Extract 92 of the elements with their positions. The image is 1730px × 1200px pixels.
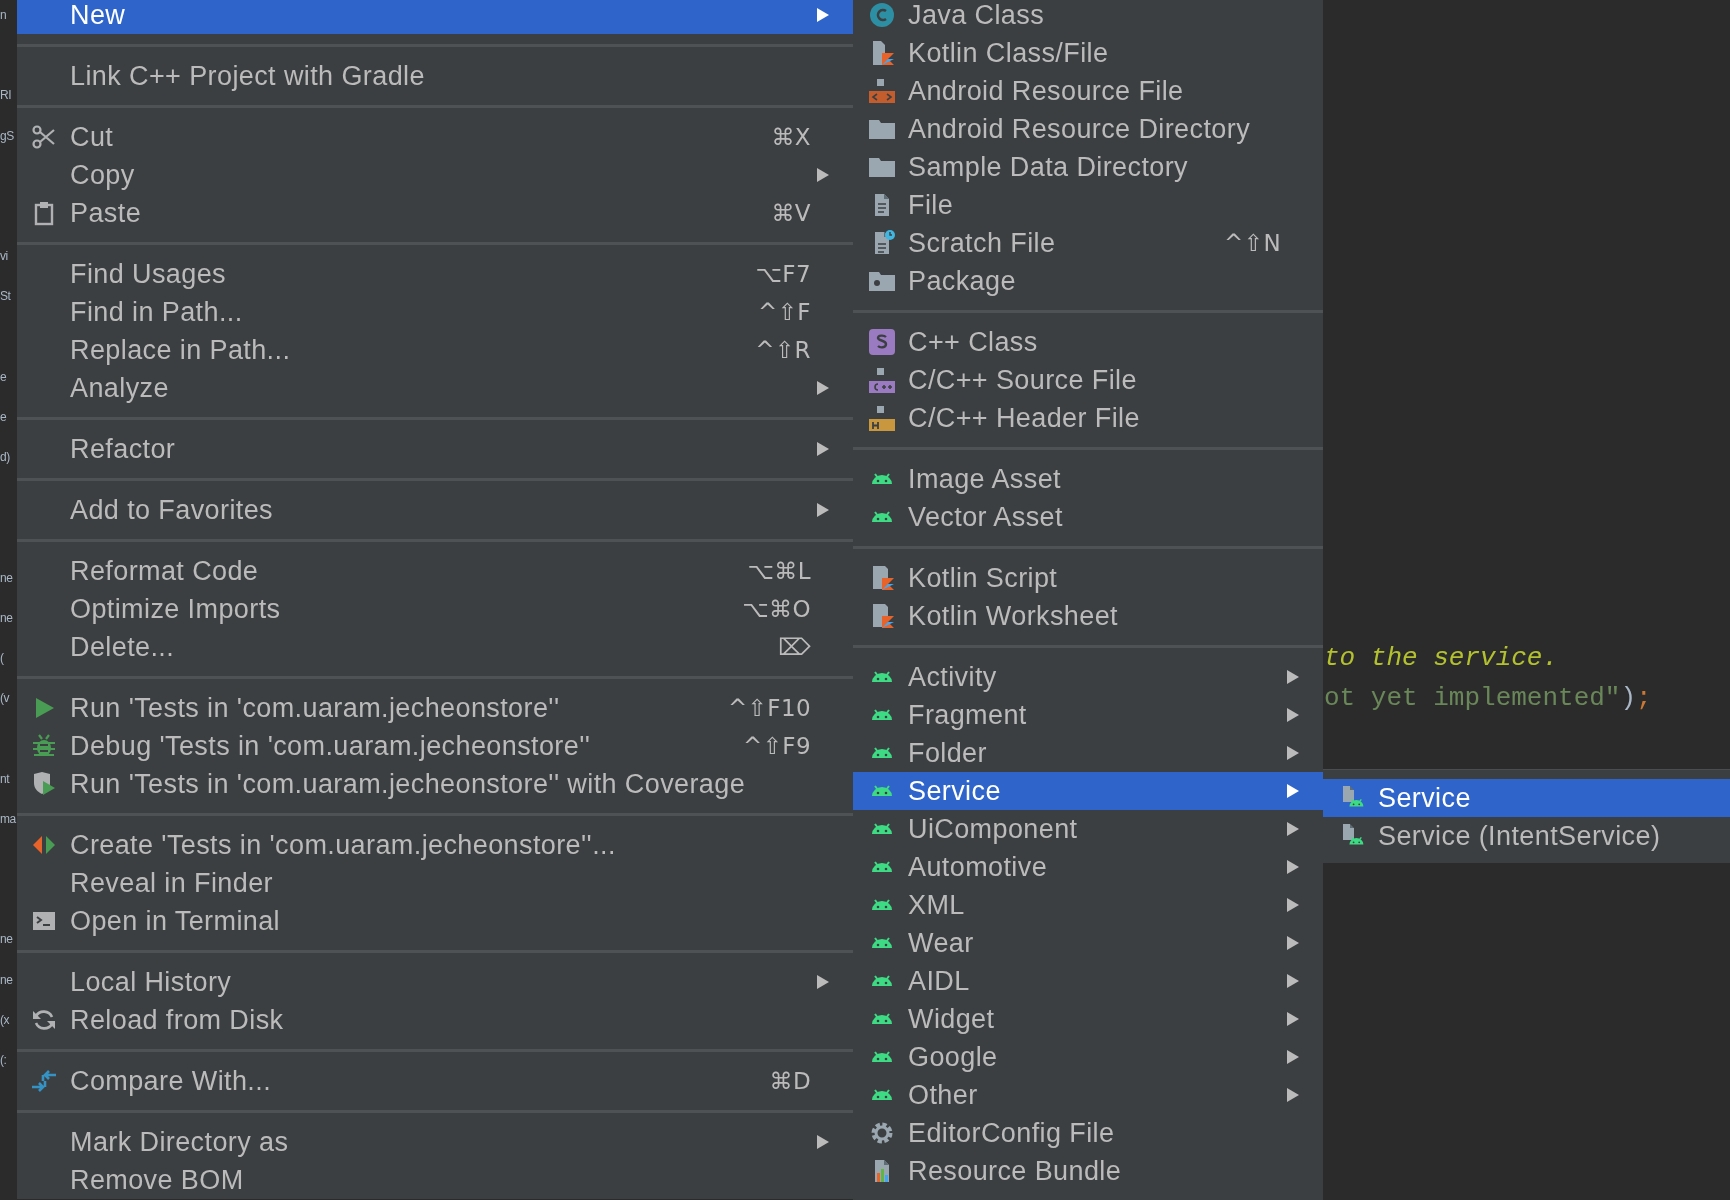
shortcut-label: ⌦ <box>778 634 811 660</box>
menu-item[interactable]: Automotive <box>853 848 1323 886</box>
menu-item[interactable]: Mark Directory as <box>17 1123 853 1161</box>
menu-item[interactable]: Reformat Code ⌥⌘L <box>17 552 853 590</box>
code-fragment: e <box>0 409 7 424</box>
menu-item[interactable]: Optimize Imports ⌥⌘O <box>17 590 853 628</box>
menu-item[interactable]: Add to Favorites <box>17 491 853 529</box>
menu-item[interactable]: File <box>853 186 1323 224</box>
menu-item[interactable]: Run 'Tests in 'com.uaram.jecheonstore'' with Coverage <box>17 765 853 803</box>
code-fragment: ne <box>0 570 13 585</box>
menu-item[interactable]: Resource Bundle <box>853 1152 1323 1190</box>
menu-item[interactable]: Kotlin Script <box>853 559 1323 597</box>
menu-item[interactable]: Package <box>853 262 1323 300</box>
menu-item[interactable]: Wear <box>853 924 1323 962</box>
menu-item[interactable]: EditorConfig File <box>853 1114 1323 1152</box>
code-fragment: nt <box>0 771 9 786</box>
menu-item[interactable]: Open in Terminal <box>17 902 853 940</box>
code-fragment: gS <box>0 128 14 143</box>
menu-item[interactable]: Service <box>853 772 1323 810</box>
code-fragment: (x <box>0 1012 9 1027</box>
menu-item[interactable]: Java Class <box>853 0 1323 34</box>
menu-item[interactable]: Widget <box>853 1000 1323 1038</box>
shortcut-label: ^⇧N <box>1224 230 1281 256</box>
menu-item[interactable]: Reveal in Finder <box>17 864 853 902</box>
code-fragment: (v <box>0 691 9 706</box>
shortcut-label: ^⇧F <box>758 299 811 325</box>
code-fragment: vi <box>0 249 8 264</box>
menu-item[interactable]: Google <box>853 1038 1323 1076</box>
shortcut-label: ⌘D <box>769 1068 811 1094</box>
menu-item[interactable]: Analyze <box>17 369 853 407</box>
shortcut-label: ⌘V <box>771 200 811 226</box>
code-fragment: e <box>0 369 7 384</box>
code-fragment: ne <box>0 932 13 947</box>
menu-item[interactable]: Delete... ⌦ <box>17 628 853 666</box>
code-fragment: (: <box>0 1052 7 1067</box>
menu-item[interactable]: XML <box>853 886 1323 924</box>
shortcut-label: ⌥⌘O <box>742 596 811 622</box>
menu-item[interactable]: Paste ⌘V <box>17 194 853 232</box>
menu-item[interactable]: Local History <box>17 963 853 1001</box>
shortcut-label: ⌥⌘L <box>747 558 811 584</box>
code-line: ot yet implemented"); <box>1324 683 1652 714</box>
menu-item[interactable]: Copy <box>17 156 853 194</box>
menu-item[interactable]: Fragment <box>853 696 1323 734</box>
menu-item[interactable]: Cut ⌘X <box>17 118 853 156</box>
menu-item[interactable]: Reload from Disk <box>17 1001 853 1039</box>
menu-item[interactable]: Remove BOM <box>17 1161 853 1199</box>
code-fragment: ( <box>0 651 4 666</box>
code-fragment: RI <box>0 88 11 103</box>
menu-item[interactable]: Vector Asset <box>853 498 1323 536</box>
shortcut-label: ^⇧F9 <box>743 733 811 759</box>
menu-item[interactable]: Activity <box>853 658 1323 696</box>
menu-item[interactable]: Refactor <box>17 430 853 468</box>
shortcut-label: ^⇧R <box>755 337 811 363</box>
menu-item[interactable]: Service (IntentService) <box>1323 817 1730 855</box>
menu-item[interactable]: Service <box>1323 779 1730 817</box>
shortcut-label: ⌥F7 <box>755 261 811 287</box>
menu-item[interactable]: Other <box>853 1076 1323 1114</box>
menu-item[interactable]: C/C++ Header File <box>853 399 1323 437</box>
code-fragment: ne <box>0 610 13 625</box>
code-line: to the service. <box>1324 643 1559 674</box>
menu-item[interactable]: UiComponent <box>853 810 1323 848</box>
menu-item[interactable]: Compare With... ⌘D <box>17 1062 853 1100</box>
class-badge-icon <box>868 328 896 356</box>
menu-item[interactable]: Debug 'Tests in 'com.uaram.jecheonstore'' ^⇧F9 <box>17 727 853 765</box>
menu-item[interactable]: Scratch File ^⇧N <box>853 224 1323 262</box>
resource-file-icon <box>868 77 896 105</box>
header-file-icon <box>868 404 896 432</box>
menu-item[interactable]: Run 'Tests in 'com.uaram.jecheonstore'' ^⇧F10 <box>17 689 853 727</box>
code-fragment: d) <box>0 450 10 465</box>
menu-item[interactable]: Replace in Path... ^⇧R <box>17 331 853 369</box>
menu-item[interactable]: Kotlin Worksheet <box>853 597 1323 635</box>
code-fragment: ma <box>0 811 16 826</box>
menu-item[interactable]: Folder <box>853 734 1323 772</box>
code-fragment: ne <box>0 972 13 987</box>
menu-item[interactable]: Android Resource File <box>853 72 1323 110</box>
menu-item[interactable]: C/C++ Source File <box>853 361 1323 399</box>
menu-item[interactable]: Find in Path... ^⇧F <box>17 293 853 331</box>
menu-item[interactable]: C++ Class <box>853 323 1323 361</box>
menu-item[interactable]: Create 'Tests in 'com.uaram.jecheonstore''... <box>17 826 853 864</box>
menu-item[interactable]: Android Resource Directory <box>853 110 1323 148</box>
source-file-icon <box>868 366 896 394</box>
menu-item[interactable]: AIDL <box>853 962 1323 1000</box>
shortcut-label: ^⇧F10 <box>727 695 811 721</box>
menu-item[interactable]: Find Usages ⌥F7 <box>17 255 853 293</box>
menu-item[interactable]: New <box>17 0 853 34</box>
code-fragment: n <box>0 8 7 23</box>
menu-item[interactable]: Sample Data Directory <box>853 148 1323 186</box>
menu-item[interactable]: Kotlin Class/File <box>853 34 1323 72</box>
menu-item[interactable]: Link C++ Project with Gradle <box>17 57 853 95</box>
shortcut-label: ⌘X <box>771 124 811 150</box>
code-fragment: St <box>0 289 11 304</box>
menu-item[interactable]: Image Asset <box>853 460 1323 498</box>
